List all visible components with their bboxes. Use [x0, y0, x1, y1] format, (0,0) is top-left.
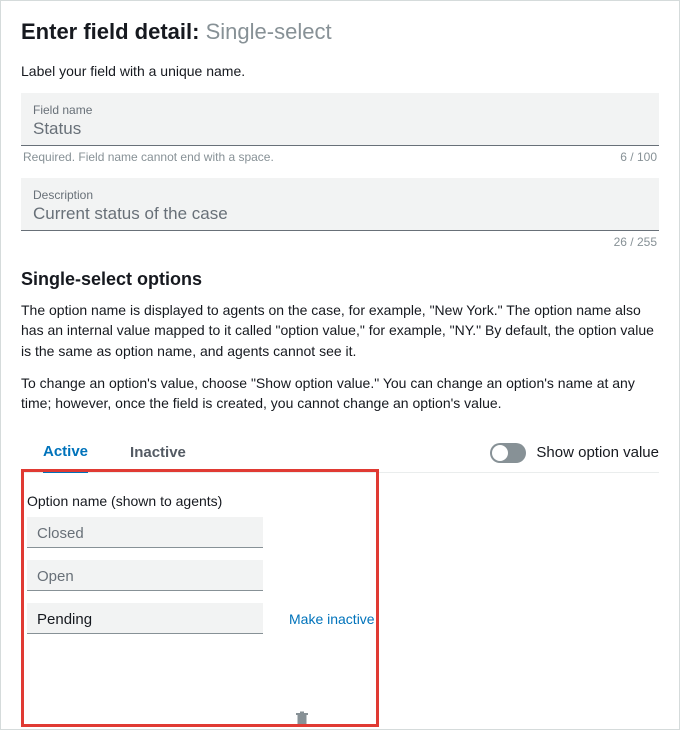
show-option-value-toggle[interactable]	[490, 443, 526, 463]
option-row: Make inactive	[21, 603, 659, 634]
field-detail-panel: Enter field detail: Single-select Label …	[0, 0, 680, 730]
description-input[interactable]	[33, 204, 647, 226]
option-row	[21, 517, 659, 548]
page-title-prefix: Enter field detail:	[21, 19, 199, 44]
option-name-input[interactable]	[37, 525, 253, 542]
tab-inactive[interactable]: Inactive	[130, 434, 186, 471]
field-name-helper: Required. Field name cannot end with a s…	[23, 150, 274, 164]
option-name-column-header: Option name (shown to agents)	[27, 493, 659, 509]
option-input-wrap	[27, 560, 263, 591]
field-name-label: Field name	[33, 103, 647, 117]
make-inactive-link[interactable]: Make inactive	[289, 611, 375, 627]
intro-text: Label your field with a unique name.	[21, 63, 659, 79]
option-row	[21, 560, 659, 591]
show-option-value-label: Show option value	[536, 444, 659, 461]
trash-icon[interactable]	[295, 711, 309, 727]
description-counter: 26 / 255	[614, 235, 657, 249]
page-title: Enter field detail: Single-select	[21, 19, 659, 45]
description-helper-row: 26 / 255	[21, 231, 659, 263]
show-option-value-toggle-wrap: Show option value	[490, 443, 659, 463]
field-name-counter: 6 / 100	[620, 150, 657, 164]
field-name-block: Field name	[21, 93, 659, 146]
toggle-knob	[492, 445, 508, 461]
description-block: Description	[21, 178, 659, 231]
options-section-title: Single-select options	[21, 269, 659, 290]
field-name-input[interactable]	[33, 119, 647, 141]
tabs-row: Active Inactive Show option value	[21, 433, 659, 473]
option-name-input[interactable]	[37, 568, 253, 585]
tab-active[interactable]: Active	[43, 433, 88, 473]
option-input-wrap	[27, 603, 263, 634]
options-section-p1: The option name is displayed to agents o…	[21, 300, 659, 361]
option-name-input[interactable]	[37, 611, 253, 628]
options-section-p2: To change an option's value, choose "Sho…	[21, 373, 659, 414]
option-input-wrap	[27, 517, 263, 548]
description-label: Description	[33, 188, 647, 202]
page-title-suffix: Single-select	[206, 19, 332, 44]
field-name-helper-row: Required. Field name cannot end with a s…	[21, 146, 659, 178]
